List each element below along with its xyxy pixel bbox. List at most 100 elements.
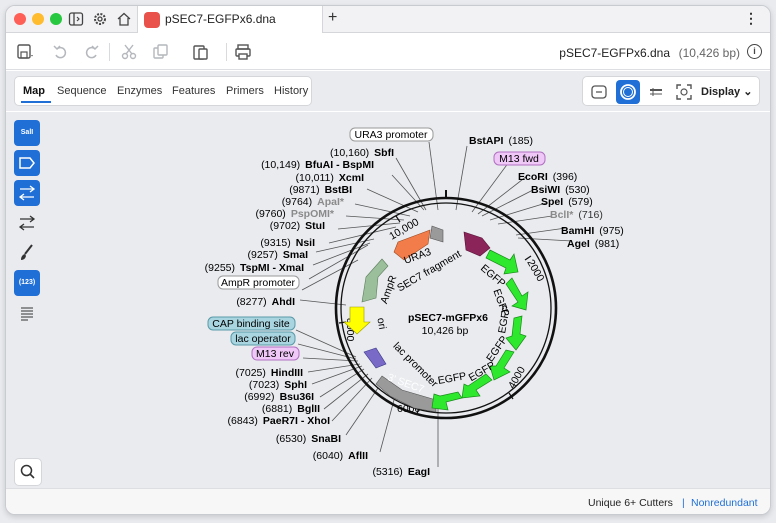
paste-icon[interactable] bbox=[192, 43, 210, 61]
maximize-window-button[interactable] bbox=[50, 13, 62, 25]
map-length: 10,426 bp bbox=[422, 325, 469, 337]
site-bamhi[interactable]: BamHI (975) bbox=[561, 225, 624, 237]
cut-icon[interactable] bbox=[120, 43, 138, 61]
sidebar-toggle-icon[interactable] bbox=[68, 11, 84, 27]
site-spei[interactable]: SpeI (579) bbox=[541, 196, 593, 208]
egfp-arrow-2[interactable] bbox=[505, 277, 529, 311]
site-bfuai-bspmi[interactable]: (10,149) BfuAI - BspMI bbox=[261, 159, 374, 171]
linear-map-icon[interactable] bbox=[587, 80, 611, 104]
label-m13-fwd[interactable]: M13 fwd bbox=[499, 153, 539, 165]
site-sphi[interactable]: (7023) SphI bbox=[249, 379, 307, 391]
site-pos: (6992) bbox=[244, 391, 274, 403]
site-paer7i-xhoi[interactable]: (6843) PaeR7I - XhoI bbox=[228, 415, 331, 427]
site-name: EcoRI bbox=[518, 171, 548, 183]
label-m13-rev[interactable]: M13 rev bbox=[256, 348, 295, 360]
egfp-arrow-6[interactable] bbox=[431, 391, 463, 411]
site-pos: (9255) bbox=[205, 262, 235, 274]
save-icon[interactable] bbox=[16, 43, 34, 61]
site-pos: (975) bbox=[599, 225, 624, 237]
label-ura3-promoter[interactable]: URA3 promoter bbox=[355, 129, 428, 141]
site-bsiwi[interactable]: BsiWI (530) bbox=[531, 184, 590, 196]
print-icon[interactable] bbox=[234, 43, 252, 61]
sequence-view-icon[interactable] bbox=[644, 80, 668, 104]
document-type-icon bbox=[144, 12, 160, 28]
label-ampr-promoter[interactable]: AmpR promoter bbox=[221, 277, 296, 289]
site-sbfi[interactable]: (10,160) SbfI bbox=[330, 147, 394, 159]
active-tab-indicator bbox=[21, 101, 51, 103]
feature-sec7-fragment[interactable] bbox=[429, 225, 444, 243]
gear-icon[interactable] bbox=[92, 11, 108, 27]
site-pspomi[interactable]: (9760) PspOMI* bbox=[255, 208, 334, 220]
site-xcmi[interactable]: (10,011) XcmI bbox=[296, 172, 365, 184]
site-snabi[interactable]: (6530) SnaBI bbox=[276, 433, 341, 445]
tab-map[interactable]: Map bbox=[23, 85, 45, 97]
close-window-button[interactable] bbox=[14, 13, 26, 25]
site-smai[interactable]: (9257) SmaI bbox=[248, 249, 309, 261]
site-name: SpeI bbox=[541, 196, 563, 208]
label-lac-operator[interactable]: lac operator bbox=[235, 333, 291, 345]
site-name: PspOMI* bbox=[291, 208, 335, 220]
new-tab-button[interactable]: + bbox=[328, 9, 337, 27]
site-name: AhdI bbox=[272, 296, 295, 308]
site-apai[interactable]: (9764) ApaI* bbox=[282, 196, 345, 208]
site-pos: (10,011) bbox=[296, 172, 334, 184]
label-cap-binding-site[interactable]: CAP binding site bbox=[212, 318, 290, 330]
site-pos: (9702) bbox=[270, 220, 300, 232]
site-pos: (9315) bbox=[260, 237, 290, 249]
tab-enzymes[interactable]: Enzymes bbox=[117, 85, 162, 97]
info-icon[interactable]: i bbox=[747, 44, 762, 59]
copy-icon[interactable] bbox=[152, 43, 170, 61]
tab-history[interactable]: History bbox=[274, 85, 308, 97]
site-bcli[interactable]: BclI* (716) bbox=[550, 209, 603, 221]
document-tab[interactable]: pSEC7-EGFPx6.dna bbox=[137, 6, 323, 33]
title-bar: pSEC7-EGFPx6.dna + ⋮ bbox=[6, 6, 770, 33]
tab-primers[interactable]: Primers bbox=[226, 85, 264, 97]
circular-map-icon[interactable] bbox=[616, 80, 640, 104]
site-stui[interactable]: (9702) StuI bbox=[270, 220, 325, 232]
tab-features[interactable]: Features bbox=[172, 85, 215, 97]
site-pos: (5316) bbox=[372, 466, 402, 478]
feature-purple-region[interactable] bbox=[463, 231, 491, 257]
site-pos: (6530) bbox=[276, 433, 306, 445]
site-pos: (9760) bbox=[255, 208, 285, 220]
site-bstbi[interactable]: (9871) BstBI bbox=[289, 184, 352, 196]
site-tspmi-xmai[interactable]: (9255) TspMI - XmaI bbox=[205, 262, 304, 274]
map-canvas: SalI (123) 2000 4000 6000 8000 10,000 UR… bbox=[6, 112, 770, 490]
site-bstapi[interactable]: BstAPI (185) bbox=[469, 135, 533, 147]
home-icon[interactable] bbox=[116, 11, 132, 27]
redo-icon[interactable] bbox=[82, 43, 100, 61]
site-hindiii[interactable]: (7025) HindIII bbox=[236, 367, 304, 379]
status-cutters[interactable]: Unique 6+ Cutters bbox=[588, 497, 673, 509]
toolbar: pSEC7-EGFPx6.dna (10,426 bp) i bbox=[6, 34, 770, 70]
site-name: BglII bbox=[297, 403, 320, 415]
site-ahdi[interactable]: (8277) AhdI bbox=[236, 296, 295, 308]
site-ecori[interactable]: EcoRI (396) bbox=[518, 171, 577, 183]
tab-sequence[interactable]: Sequence bbox=[57, 85, 107, 97]
view-tabs: Map Sequence Enzymes Features Primers Hi… bbox=[14, 76, 312, 106]
site-bsu36i[interactable]: (6992) Bsu36I bbox=[244, 391, 314, 403]
site-name: AflII bbox=[348, 450, 368, 462]
site-pos: (7025) bbox=[236, 367, 266, 379]
display-menu-button[interactable]: Display ⌄ bbox=[701, 85, 752, 98]
site-eagi[interactable]: (5316) EagI bbox=[372, 466, 430, 478]
site-name: SbfI bbox=[374, 147, 394, 159]
status-mode[interactable]: Nonredundant bbox=[691, 497, 758, 509]
site-name: BstBI bbox=[325, 184, 353, 196]
site-aflii[interactable]: (6040) AflII bbox=[313, 450, 368, 462]
site-pos: (9871) bbox=[289, 184, 319, 196]
fit-to-window-icon[interactable] bbox=[672, 80, 696, 104]
status-separator: | bbox=[682, 497, 685, 509]
undo-icon[interactable] bbox=[52, 43, 70, 61]
site-name: BstAPI bbox=[469, 135, 504, 147]
search-button[interactable] bbox=[14, 458, 42, 486]
site-nsii[interactable]: (9315) NsiI bbox=[260, 237, 315, 249]
site-bglii[interactable]: (6881) BglII bbox=[262, 403, 320, 415]
site-pos: (579) bbox=[568, 196, 593, 208]
plasmid-map[interactable]: 2000 4000 6000 8000 10,000 URA3 SEC7 fra… bbox=[6, 112, 771, 490]
more-options-icon[interactable]: ⋮ bbox=[744, 10, 758, 27]
minimize-window-button[interactable] bbox=[32, 13, 44, 25]
site-name: BfuAI - BspMI bbox=[305, 159, 374, 171]
feature-lac-operator[interactable] bbox=[363, 347, 387, 369]
site-agei[interactable]: AgeI (981) bbox=[567, 238, 619, 250]
site-pos: (6881) bbox=[262, 403, 292, 415]
